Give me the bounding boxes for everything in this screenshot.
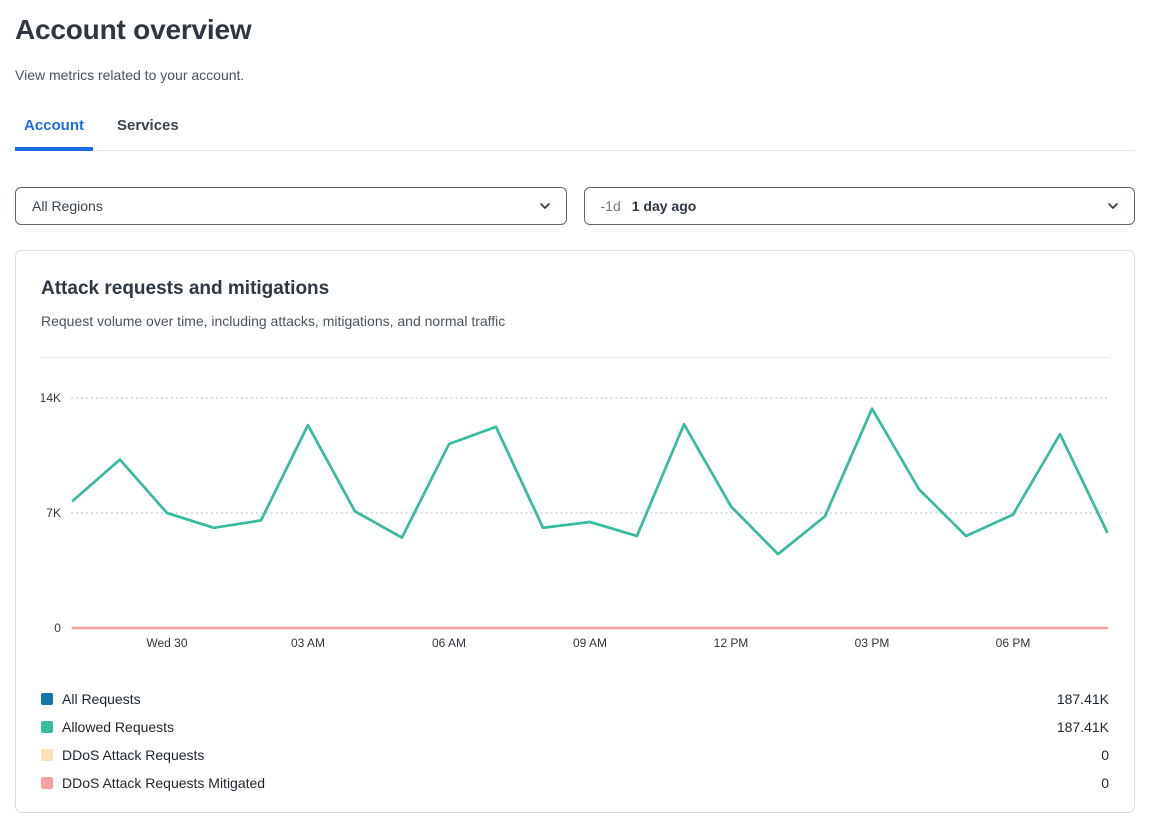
line-chart-svg: 0 7K 14K Wed 30 03 AM 06 AM 09 AM 12 PM 03 PM 06 …	[41, 378, 1109, 663]
x-axis-tick-label: 12 PM	[714, 636, 749, 650]
card-subtitle: Request volume over time, including atta…	[41, 313, 1109, 329]
legend-row-3[interactable]: DDoS Attack Requests Mitigated 0	[41, 769, 1109, 797]
tab-services-label: Services	[117, 117, 179, 134]
tab-account-label: Account	[24, 117, 84, 134]
card-divider	[41, 357, 1109, 358]
chevron-down-icon	[1106, 199, 1120, 213]
attack-requests-chart: 0 7K 14K Wed 30 03 AM 06 AM 09 AM 12 PM 03 PM 06 …	[41, 378, 1109, 663]
x-axis-tick-label: 03 PM	[855, 636, 890, 650]
tab-services[interactable]: Services	[108, 117, 188, 151]
x-axis-tick-label: 06 PM	[996, 636, 1031, 650]
x-axis-tick-label: 03 AM	[291, 636, 325, 650]
legend-row-1[interactable]: Allowed Requests 187.41K	[41, 713, 1109, 741]
time-range-select[interactable]: -1d 1 day ago	[584, 187, 1136, 225]
series-line-0	[73, 409, 1107, 554]
time-range-value: 1 day ago	[632, 198, 1106, 214]
page-subtitle: View metrics related to your account.	[15, 67, 1135, 83]
legend-value: 0	[1101, 747, 1109, 763]
legend-label: Allowed Requests	[62, 719, 174, 735]
legend-label: All Requests	[62, 691, 141, 707]
region-select[interactable]: All Regions	[15, 187, 567, 225]
attack-requests-card: Attack requests and mitigations Request …	[15, 250, 1135, 813]
filter-bar: All Regions -1d 1 day ago	[15, 187, 1135, 225]
legend-label: DDoS Attack Requests Mitigated	[62, 775, 265, 791]
chart-legend: All Requests 187.41K Allowed Requests 187.4…	[41, 685, 1109, 797]
legend-label: DDoS Attack Requests	[62, 747, 204, 763]
legend-value: 187.41K	[1057, 719, 1109, 735]
legend-swatch-icon	[41, 777, 53, 789]
x-axis-tick-label: Wed 30	[146, 636, 187, 650]
card-title: Attack requests and mitigations	[41, 278, 1109, 300]
legend-swatch-icon	[41, 749, 53, 761]
y-axis-tick-label: 0	[54, 621, 61, 635]
legend-value: 187.41K	[1057, 691, 1109, 707]
chevron-down-icon	[538, 199, 552, 213]
series-line-1	[73, 409, 1107, 554]
page-title: Account overview	[15, 14, 1135, 46]
time-range-shortcode: -1d	[601, 198, 621, 214]
x-axis-tick-label: 09 AM	[573, 636, 607, 650]
legend-swatch-icon	[41, 721, 53, 733]
x-axis-tick-label: 06 AM	[432, 636, 466, 650]
legend-row-0[interactable]: All Requests 187.41K	[41, 685, 1109, 713]
legend-swatch-icon	[41, 693, 53, 705]
tab-account[interactable]: Account	[15, 117, 93, 151]
legend-value: 0	[1101, 775, 1109, 791]
y-axis-tick-label: 7K	[46, 506, 61, 520]
region-select-value: All Regions	[32, 198, 538, 214]
tab-bar: Account Services	[15, 117, 1135, 151]
legend-row-2[interactable]: DDoS Attack Requests 0	[41, 741, 1109, 769]
y-axis-tick-label: 14K	[41, 391, 61, 405]
